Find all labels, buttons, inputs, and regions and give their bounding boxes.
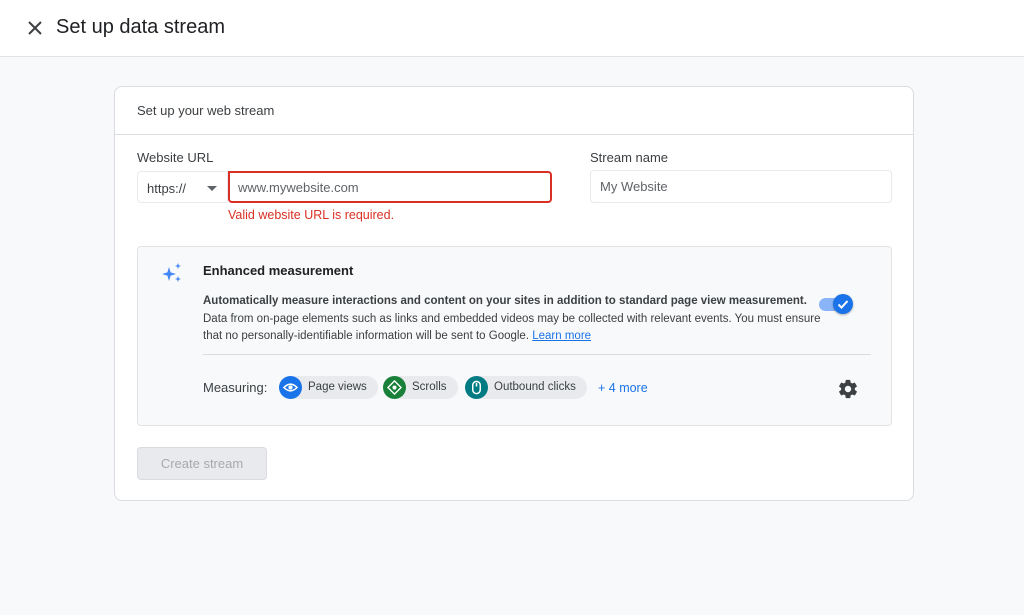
stream-name-label: Stream name [590, 150, 669, 165]
chip-label: Outbound clicks [494, 381, 576, 393]
learn-more-link[interactable]: Learn more [532, 330, 591, 342]
mouse-icon [465, 376, 488, 399]
chip-label: Page views [308, 381, 367, 393]
description-text: Data from on-page elements such as links… [203, 312, 821, 343]
url-error-message: Valid website URL is required. [228, 208, 395, 222]
protocol-value: https:// [147, 181, 187, 196]
protocol-select[interactable]: https:// [137, 171, 228, 203]
scroll-icon [383, 376, 406, 399]
dropdown-arrow-icon [207, 186, 217, 191]
web-stream-card: Set up your web stream Website URL https… [114, 86, 914, 501]
check-icon [837, 300, 849, 309]
settings-button[interactable] [837, 378, 859, 400]
chip-outbound-clicks[interactable]: Outbound clicks [465, 376, 587, 399]
chip-label: Scrolls [412, 381, 447, 393]
toggle-thumb [833, 294, 853, 314]
enhanced-measurement-toggle[interactable] [819, 294, 853, 314]
more-events-link[interactable]: + 4 more [598, 381, 648, 395]
close-icon [28, 21, 42, 35]
chip-page-views[interactable]: Page views [279, 376, 378, 399]
page-title: Set up data stream [56, 16, 225, 38]
measuring-label: Measuring: [203, 380, 268, 395]
chip-scrolls[interactable]: Scrolls [383, 376, 458, 399]
enhanced-measurement-description: Automatically measure interactions and c… [203, 293, 823, 346]
stream-name-input[interactable] [590, 170, 892, 203]
website-url-label: Website URL [137, 150, 214, 165]
description-bold: Automatically measure interactions and c… [203, 295, 807, 307]
close-button[interactable] [24, 17, 46, 39]
card-title: Set up your web stream [115, 87, 913, 135]
enhanced-measurement-panel: Enhanced measurement Automatically measu… [137, 246, 892, 426]
top-bar: Set up data stream [0, 0, 1024, 57]
sparkle-icon [162, 263, 181, 282]
eye-icon [279, 376, 302, 399]
website-url-input[interactable] [228, 171, 552, 203]
divider [203, 354, 871, 355]
enhanced-measurement-title: Enhanced measurement [203, 263, 354, 278]
gear-icon [839, 379, 857, 399]
create-stream-button[interactable]: Create stream [137, 447, 267, 480]
